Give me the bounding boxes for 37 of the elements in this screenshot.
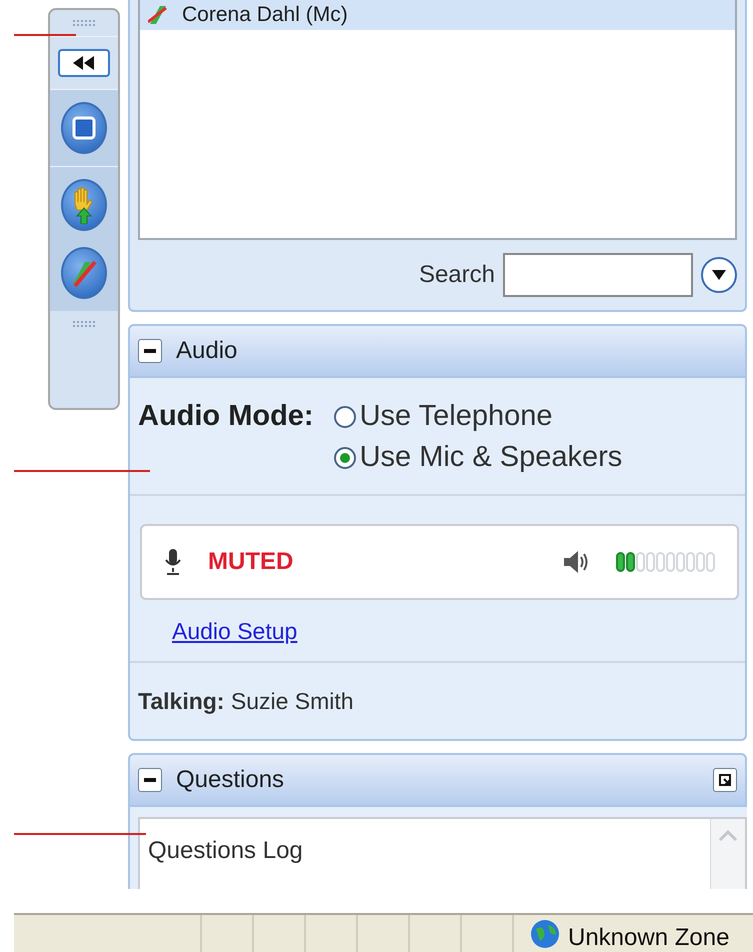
rewind-icon (73, 56, 95, 70)
grip-icon[interactable] (73, 20, 95, 26)
grip-icon[interactable] (73, 321, 95, 327)
speaker-icon (564, 551, 590, 573)
minus-icon (144, 349, 156, 353)
participant-name: Corena Dahl (Mc) (182, 2, 348, 28)
collapse-toggle[interactable] (138, 768, 162, 792)
scroll-up-icon (718, 829, 738, 841)
panel-title: Audio (176, 337, 238, 365)
zone-label: Unknown Zone (568, 923, 730, 952)
audio-setup-link[interactable]: Audio Setup (172, 618, 298, 645)
collapse-button[interactable] (58, 49, 110, 77)
popout-icon (718, 773, 732, 787)
microphone-icon (164, 549, 182, 575)
mic-off-button[interactable] (61, 247, 107, 299)
dropdown-button[interactable] (701, 257, 737, 293)
window-icon (72, 116, 96, 140)
panel-title: Questions (176, 766, 286, 794)
log-title: Questions Log (147, 836, 304, 866)
window-button[interactable] (61, 102, 107, 154)
participant-row[interactable]: Corena Dahl (Mc) (140, 0, 735, 30)
collapse-toggle[interactable] (138, 339, 162, 363)
radio-button[interactable] (334, 446, 356, 468)
raise-hand-button[interactable] (61, 179, 107, 231)
scrollbar[interactable] (710, 819, 745, 889)
radio-button[interactable] (334, 406, 356, 428)
talking-status: Talking: Suzie Smith (138, 688, 354, 714)
search-label: Search (418, 261, 495, 289)
search-field[interactable] (503, 253, 693, 297)
minus-icon (144, 778, 156, 782)
caret-icon (712, 270, 726, 280)
radio-option[interactable]: Use Telephone (334, 400, 622, 433)
popout-button[interactable] (713, 768, 737, 792)
radio-option[interactable]: Use Mic & Speakers (334, 441, 622, 474)
mic-status: MUTED (208, 548, 294, 576)
audio-mode-label: Audio Mode: (138, 400, 314, 434)
globe-icon (530, 919, 560, 949)
